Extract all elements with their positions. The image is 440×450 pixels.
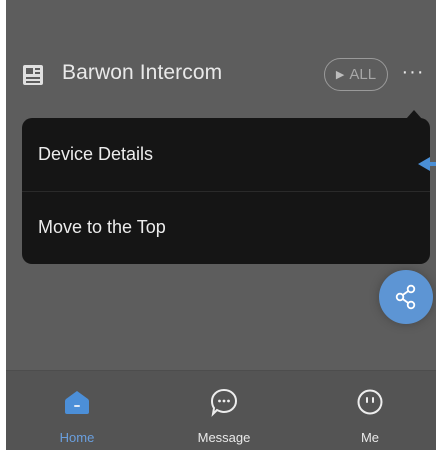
me-face-icon [357, 389, 383, 415]
menu-item-label: Device Details [38, 144, 154, 164]
tab-label: Message [197, 430, 251, 445]
tab-label: Me [360, 430, 380, 445]
menu-item-device-details[interactable]: Device Details [22, 118, 430, 191]
share-icon [395, 284, 416, 310]
intercom-device-icon [23, 65, 43, 85]
tab-me[interactable]: Me [315, 371, 425, 450]
share-button[interactable] [379, 270, 433, 324]
tab-label: Home [59, 430, 95, 445]
message-bubble-icon [210, 388, 238, 417]
play-triangle-icon: ▶ [335, 69, 345, 81]
app-screen: Barwon Intercom ▶ ALL ··· Device Details… [6, 0, 436, 450]
device-name: Barwon Intercom [62, 61, 223, 84]
menu-item-label: Move to the Top [38, 217, 166, 237]
tab-message[interactable]: Message [169, 371, 279, 450]
device-options-menu: Device Details Move to the Top [22, 110, 430, 264]
device-row[interactable]: Barwon Intercom ▶ ALL ··· [6, 47, 436, 107]
all-button[interactable]: ▶ ALL [324, 58, 388, 91]
menu-item-move-to-top[interactable]: Move to the Top [22, 191, 430, 264]
all-button-label: ALL [349, 66, 377, 83]
more-options-button[interactable]: ··· [399, 61, 427, 89]
bottom-tab-bar: Home Message Me [6, 370, 436, 450]
home-icon [65, 391, 89, 414]
tab-home[interactable]: Home [22, 371, 132, 450]
pointer-arrow-icon [418, 157, 436, 171]
